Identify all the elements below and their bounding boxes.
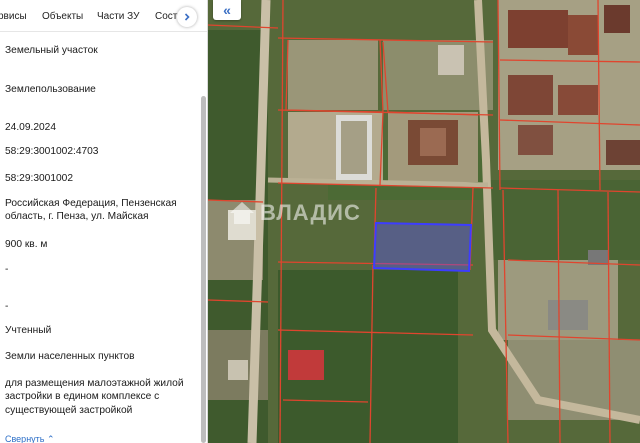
info-panel: рвисы Объекты Части ЗУ Соста Земельный у…	[0, 0, 208, 443]
address: Российская Федерация, Пензенская область…	[5, 198, 177, 223]
cadastral-quarter: 58:29:3001002	[5, 173, 73, 184]
tab-parcel-parts[interactable]: Части ЗУ	[97, 11, 139, 22]
land-category: Земли населенных пунктов	[5, 351, 135, 362]
registration-date: 24.09.2024	[5, 122, 56, 133]
tab-services[interactable]: рвисы	[0, 11, 27, 22]
status: Учтенный	[5, 325, 52, 336]
tab-bar: рвисы Объекты Части ЗУ Соста	[0, 0, 207, 32]
cadastral-map[interactable]: ВЛАДИС «	[208, 0, 640, 443]
cadastral-number: 58:29:3001002:4703	[5, 146, 99, 157]
land-use-type: Землепользование	[5, 84, 96, 95]
tab-objects[interactable]: Объекты	[42, 11, 83, 22]
value-empty-2: -	[5, 301, 9, 312]
collapse-panel-button[interactable]: «	[213, 0, 241, 20]
double-chevron-left-icon: «	[223, 2, 231, 18]
selected-parcel[interactable]	[208, 0, 640, 443]
area: 900 кв. м	[5, 239, 48, 250]
tabs-scroll-right-button[interactable]	[177, 7, 197, 27]
chevron-right-icon	[184, 13, 190, 21]
panel-scrollbar[interactable]	[201, 96, 206, 443]
permitted-use: для размещения малоэтажной жилой застрой…	[5, 378, 184, 416]
collapse-link[interactable]: Свернуть ⌃	[5, 434, 55, 443]
parcel-type: Земельный участок	[5, 45, 98, 56]
value-empty-1: -	[5, 264, 9, 275]
